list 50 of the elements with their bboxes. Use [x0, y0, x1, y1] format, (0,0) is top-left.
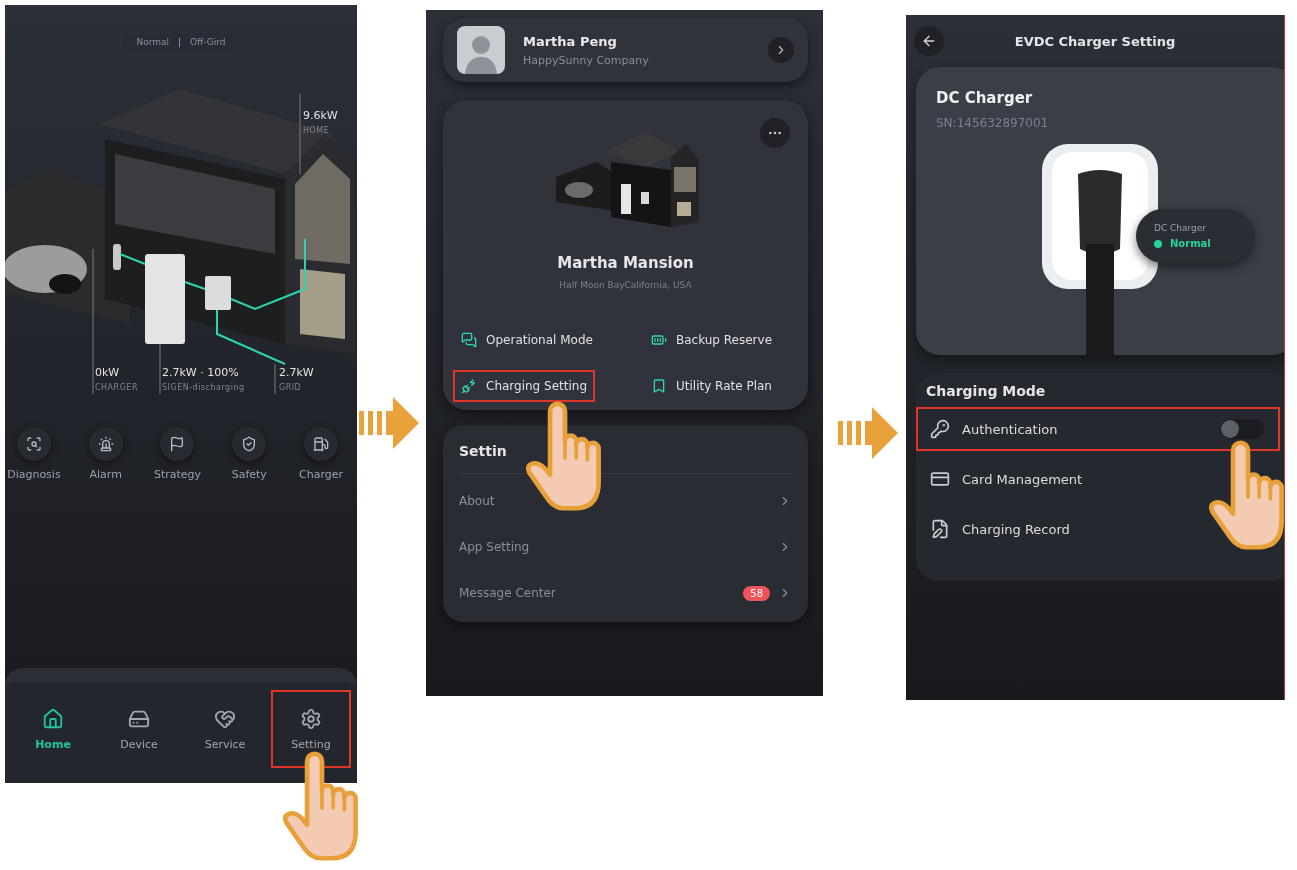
shortcut-label: Strategy: [153, 468, 202, 481]
power-value: 0kW: [95, 366, 121, 379]
shortcut-label: Charger: [299, 468, 344, 481]
nav-tab[interactable]: Device: [99, 690, 179, 768]
power-value: 2.7kW: [279, 366, 314, 379]
shortcut-button[interactable]: Diagnosis: [0, 427, 70, 481]
settings-row[interactable]: About: [459, 478, 792, 524]
count-badge: 58: [743, 585, 770, 601]
power-value: 2.7kW · 100%: [162, 366, 240, 379]
nav-tab[interactable]: Home: [13, 690, 93, 768]
shortcut-button[interactable]: Alarm: [69, 427, 142, 481]
shortcut-label: Alarm: [89, 468, 122, 481]
power-label: GRID: [279, 383, 303, 392]
mode-label: Normal: [136, 37, 169, 47]
site-action-button[interactable]: Operational Mode: [453, 324, 601, 356]
device-name: DC Charger: [936, 89, 1034, 107]
status-text: Normal: [1170, 238, 1211, 249]
company-name: HappySunny Company: [523, 53, 649, 67]
site-action-button[interactable]: Backup Reserve: [643, 324, 781, 356]
row-label: Authentication: [962, 421, 1059, 437]
power-label: CHARGER: [95, 383, 138, 392]
site-action-button[interactable]: Utility Rate Plan: [643, 370, 780, 402]
nav-tab[interactable]: Setting: [271, 690, 351, 768]
settings-row[interactable]: Message Center 58: [459, 570, 792, 616]
screen-title: EVDC Charger Setting: [1013, 33, 1177, 49]
section-title: Charging Mode: [925, 383, 1047, 401]
setting-row[interactable]: Authentication: [916, 407, 1280, 451]
row-label: Message Center: [459, 586, 557, 600]
shortcut-button[interactable]: Charger: [285, 427, 357, 481]
power-label: HOME: [303, 126, 331, 135]
shortcut-button[interactable]: Safety: [213, 427, 286, 481]
shortcut-button[interactable]: Strategy: [141, 427, 214, 481]
settings-row[interactable]: App Setting: [459, 524, 792, 570]
power-value: 9.6kW: [303, 109, 338, 122]
row-label: Charging Record: [962, 521, 1071, 537]
serial-number: SN:145632897001: [936, 116, 1050, 130]
row-label: App Setting: [459, 540, 531, 554]
section-title: Settin: [459, 443, 508, 459]
shortcut-label: Diagnosis: [7, 468, 61, 481]
site-action-button[interactable]: Charging Setting: [453, 370, 595, 402]
site-address: Half Moon BayCalifornia, USA: [559, 280, 692, 290]
site-name: Martha Mansion: [557, 254, 694, 272]
row-label: Card Management: [962, 471, 1084, 487]
power-label: SIGEN-discharging: [162, 383, 245, 392]
row-label: About: [459, 494, 496, 508]
nav-tab[interactable]: Service: [185, 690, 265, 768]
user-name: Martha Peng: [523, 33, 618, 49]
grid-label: Off-Gird: [190, 37, 226, 47]
shortcut-label: Safety: [231, 468, 267, 481]
status-caption: DC Charger: [1154, 223, 1208, 233]
